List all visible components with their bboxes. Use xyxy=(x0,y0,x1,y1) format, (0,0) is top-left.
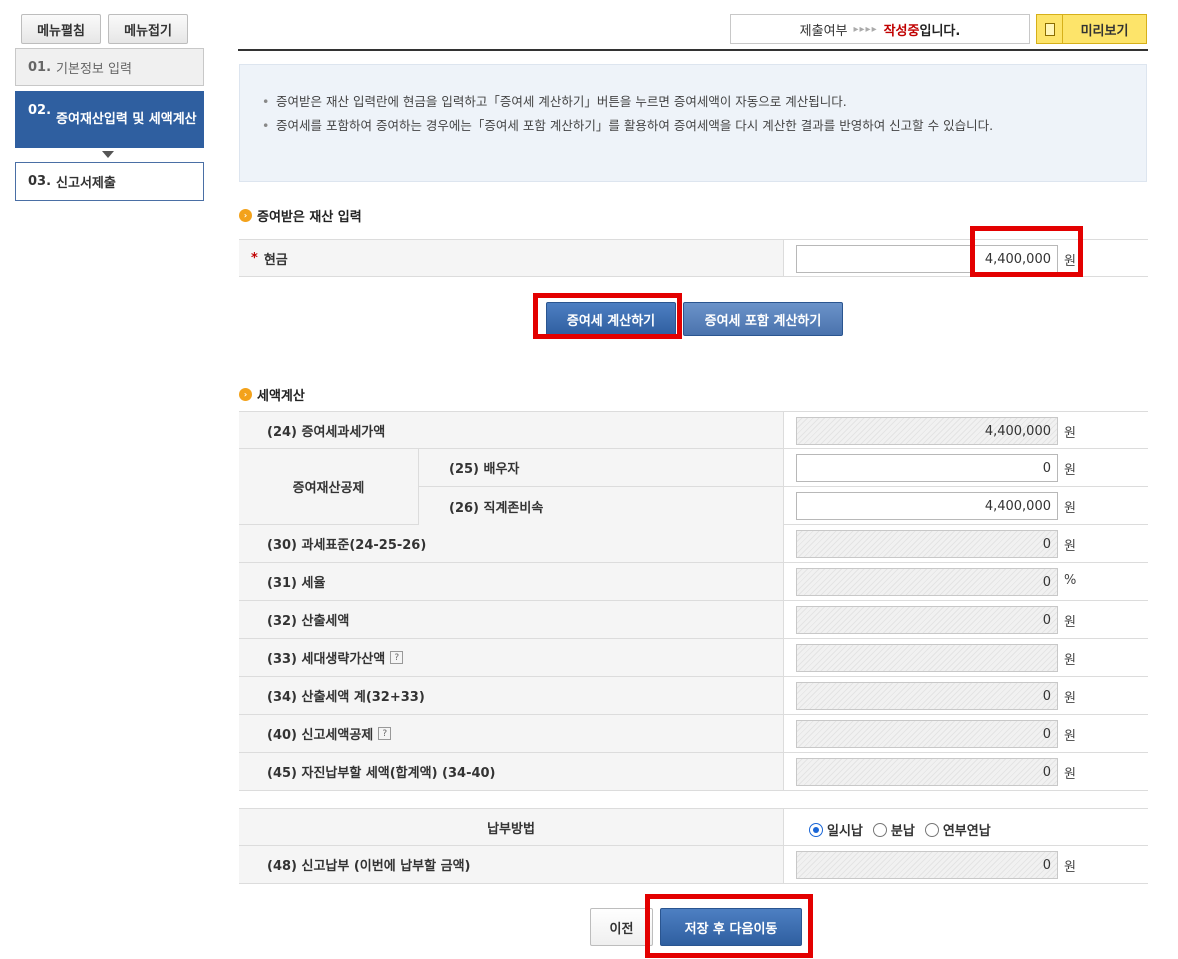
lineal-deduction-input[interactable]: 4,400,000 xyxy=(796,492,1058,520)
report-deduction-field: 0 xyxy=(796,720,1058,748)
notice-item: 증여세를 포함하여 증여하는 경우에는「증여세 포함 계산하기」를 활용하여 증… xyxy=(262,116,1126,136)
taxable-value-field: 4,400,000 xyxy=(796,417,1058,445)
row-label: (48) 신고납부 (이번에 납부할 금액) xyxy=(239,846,784,883)
spouse-deduction-input[interactable]: 0 xyxy=(796,454,1058,482)
tax-row-34: (34) 산출세액 계(32+33) 0 원 xyxy=(239,677,1148,715)
save-next-button[interactable]: 저장 후 다음이동 xyxy=(660,908,802,946)
unit-label: % xyxy=(1064,573,1077,588)
step-number: 03. xyxy=(28,174,52,189)
unit-label: 원 xyxy=(1064,729,1076,744)
status-label: 제출여부 xyxy=(799,23,848,39)
tax-base-field: 0 xyxy=(796,530,1058,558)
required-mark: * xyxy=(251,250,258,266)
unit-label: 원 xyxy=(1064,767,1076,782)
calc-tax-included-button[interactable]: 증여세 포함 계산하기 xyxy=(683,302,843,336)
status-arrows-icon: ▸▸▸▸ xyxy=(853,23,878,35)
tax-section-title: › 세액계산 xyxy=(239,385,305,404)
tax-row-40: (40) 신고세액공제 ? 0 원 xyxy=(239,715,1148,753)
step-label: 신고서제출 xyxy=(56,176,116,191)
help-icon[interactable]: ? xyxy=(390,651,404,664)
step-number: 02. xyxy=(28,103,52,118)
tax-rate-field: 0 xyxy=(796,568,1058,596)
menu-expand-button[interactable]: 메뉴펼침 xyxy=(21,14,101,44)
unit-label: 원 xyxy=(1064,463,1076,478)
status-suffix: 입니다. xyxy=(919,23,961,39)
step-label: 기본정보 입력 xyxy=(56,61,132,77)
radio-installment[interactable]: 분납 xyxy=(872,820,915,839)
unit-label: 원 xyxy=(1064,860,1076,875)
row-label: (26) 직계존비속 xyxy=(419,487,784,525)
notice-box: 증여받은 재산 입력란에 현금을 입력하고「증여세 계산하기」버튼을 누르면 증… xyxy=(239,64,1147,182)
deduction-group: 증여재산공제 (25) 배우자 (26) 직계존비속 0 원 4,400,000… xyxy=(239,449,1148,525)
step-number: 01. xyxy=(28,59,52,75)
unit-label: 원 xyxy=(1064,615,1076,630)
unit-label: 원 xyxy=(1064,691,1076,706)
bullet-arrow-icon: › xyxy=(239,209,252,222)
unit-label: 원 xyxy=(1064,501,1076,516)
report-payment-row: (48) 신고납부 (이번에 납부할 금액) 0 원 xyxy=(239,846,1148,884)
calculated-tax-total-field: 0 xyxy=(796,682,1058,710)
payment-method-row: 납부방법 일시납 분납 연부연납 xyxy=(239,808,1148,846)
cash-input[interactable]: 4,400,000 xyxy=(796,245,1058,273)
menu-collapse-button[interactable]: 메뉴접기 xyxy=(108,14,188,44)
calculated-tax-field: 0 xyxy=(796,606,1058,634)
document-icon xyxy=(1037,15,1063,43)
radio-lump-sum[interactable]: 일시납 xyxy=(809,820,863,839)
deduction-group-label: 증여재산공제 xyxy=(239,449,419,524)
unit-label: 원 xyxy=(1064,426,1076,441)
tax-row-30: (30) 과세표준(24-25-26) 0 원 xyxy=(239,525,1148,563)
bullet-arrow-icon: › xyxy=(239,388,252,401)
preview-label: 미리보기 xyxy=(1080,23,1129,39)
radio-annual-installment[interactable]: 연부연납 xyxy=(924,820,991,839)
tax-row-45: (45) 자진납부할 세액(합계액) (34-40) 0 원 xyxy=(239,753,1148,791)
unit-label: 원 xyxy=(1064,254,1076,269)
step-label: 증여재산입력 및 세액계산 xyxy=(56,111,197,127)
calc-tax-button[interactable]: 증여세 계산하기 xyxy=(546,302,676,336)
unit-label: 원 xyxy=(1064,539,1076,554)
row-label: (34) 산출세액 계(32+33) xyxy=(239,677,784,714)
submission-status: 제출여부 ▸▸▸▸ 작성중입니다. xyxy=(730,14,1030,44)
payment-method-label: 납부방법 xyxy=(239,809,784,845)
step-property-tax-calc[interactable]: 02. 증여재산입력 및 세액계산 xyxy=(15,91,204,148)
cash-label: * 현금 xyxy=(239,240,784,276)
row-label: (30) 과세표준(24-25-26) xyxy=(239,525,784,562)
property-section-title: › 증여받은 재산 입력 xyxy=(239,206,362,225)
tax-row-31: (31) 세율 0 % xyxy=(239,563,1148,601)
row-label: (33) 세대생략가산액 ? xyxy=(239,639,784,676)
step-submit-report[interactable]: 03. 신고서제출 xyxy=(15,162,204,201)
self-payment-field: 0 xyxy=(796,758,1058,786)
prev-button[interactable]: 이전 xyxy=(590,908,653,946)
cash-row: * 현금 4,400,000 원 xyxy=(239,239,1148,277)
payment-method-options: 일시납 분납 연부연납 xyxy=(809,820,1001,839)
step-basic-info[interactable]: 01. 기본정보 입력 xyxy=(15,48,204,86)
row-label: (25) 배우자 xyxy=(419,449,784,487)
row-label: (31) 세율 xyxy=(239,563,784,600)
preview-button[interactable]: 미리보기 xyxy=(1036,14,1147,44)
status-state: 작성중 xyxy=(883,23,920,39)
unit-label: 원 xyxy=(1064,653,1076,668)
divider xyxy=(238,49,1148,51)
step-arrow-icon xyxy=(102,151,114,158)
tax-row-24: (24) 증여세과세가액 4,400,000 원 xyxy=(239,411,1148,449)
row-label: (45) 자진납부할 세액(합계액) (34-40) xyxy=(239,753,784,790)
generation-skip-field xyxy=(796,644,1058,672)
row-label: (40) 신고세액공제 ? xyxy=(239,715,784,752)
notice-item: 증여받은 재산 입력란에 현금을 입력하고「증여세 계산하기」버튼을 누르면 증… xyxy=(262,92,1126,112)
help-icon[interactable]: ? xyxy=(378,727,392,740)
tax-row-33: (33) 세대생략가산액 ? 원 xyxy=(239,639,1148,677)
row-label: (24) 증여세과세가액 xyxy=(239,412,784,448)
report-payment-field: 0 xyxy=(796,851,1058,879)
tax-row-32: (32) 산출세액 0 원 xyxy=(239,601,1148,639)
row-label: (32) 산출세액 xyxy=(239,601,784,638)
